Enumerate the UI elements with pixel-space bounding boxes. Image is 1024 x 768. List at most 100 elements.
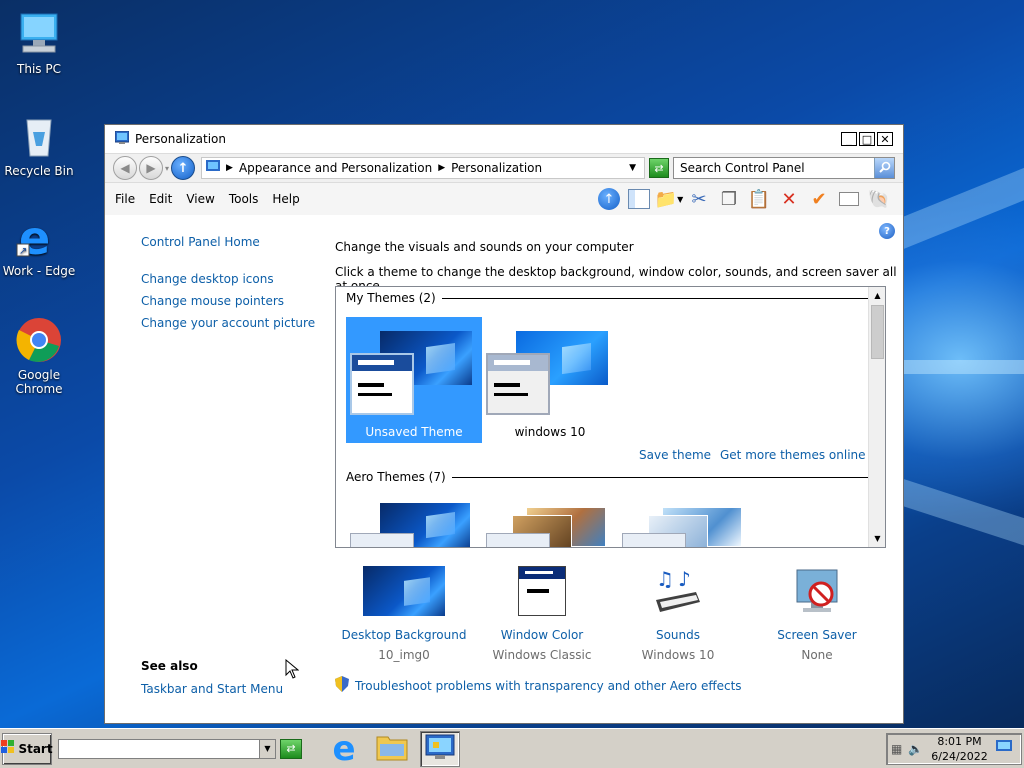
menu-tools[interactable]: Tools — [229, 192, 259, 206]
taskbar-file-explorer[interactable] — [372, 731, 412, 767]
close-button[interactable]: ✕ — [877, 132, 893, 146]
up-button[interactable]: ↑ — [171, 156, 196, 180]
theme-tile-windows-10[interactable]: windows 10 — [482, 317, 618, 443]
pane-icon — [628, 189, 650, 209]
clock-time: 8:01 PM — [937, 734, 982, 748]
chrome-icon — [15, 316, 63, 364]
menu-bar: File Edit View Tools Help ↑ 📁 ▼ ✂ ❐ 📋 ✕ ✔… — [105, 183, 903, 215]
setting-sounds[interactable]: ♫ ♪ Sounds Windows 10 — [613, 566, 743, 662]
svg-text:↗: ↗ — [19, 246, 27, 257]
breadcrumb-chevron-icon[interactable]: ▶ — [226, 163, 233, 173]
desktop-icon-recycle-bin[interactable]: Recycle Bin — [0, 112, 78, 178]
scroll-thumb[interactable] — [871, 305, 884, 359]
svg-text:♪: ♪ — [678, 567, 691, 591]
menu-help[interactable]: Help — [272, 192, 299, 206]
close-icon: ✕ — [880, 132, 890, 146]
address-dropdown-icon[interactable]: ▼ — [629, 163, 636, 173]
menu-file[interactable]: File — [115, 192, 135, 206]
save-theme-link[interactable]: Save theme — [639, 448, 711, 462]
volume-icon[interactable]: 🔈 — [908, 742, 923, 756]
scissors-icon: ✂ — [691, 188, 707, 210]
theme-list[interactable]: My Themes (2) Unsaved Theme windows 10 S… — [335, 286, 886, 548]
delete-button[interactable]: ✕ — [777, 187, 801, 211]
title-bar[interactable]: Personalization _ □ ✕ — [105, 125, 903, 153]
setting-screen-saver[interactable]: Screen Saver None — [752, 566, 882, 662]
window-title: Personalization — [135, 132, 226, 146]
cut-button[interactable]: ✂ — [687, 187, 711, 211]
taskbar-edge[interactable]: e — [324, 731, 364, 767]
maximize-button[interactable]: □ — [859, 132, 875, 146]
go-icon: ⇄ — [286, 742, 296, 755]
properties-button[interactable]: ✔ — [807, 187, 831, 211]
setting-name[interactable]: Desktop Background — [339, 628, 469, 642]
change-desktop-icons-link[interactable]: Change desktop icons — [141, 272, 321, 286]
change-mouse-pointers-link[interactable]: Change mouse pointers — [141, 294, 321, 308]
minimize-button[interactable]: _ — [841, 132, 857, 146]
copy-button[interactable]: ❐ — [717, 187, 741, 211]
change-account-picture-link[interactable]: Change your account picture — [141, 316, 321, 330]
desktop-icon-label: Google Chrome — [15, 368, 63, 396]
control-panel-home-link[interactable]: Control Panel Home — [141, 235, 321, 249]
taskbar-start-menu-link[interactable]: Taskbar and Start Menu — [141, 682, 283, 696]
aero-theme-thumb[interactable] — [622, 503, 742, 547]
breadcrumb[interactable]: ▶ Appearance and Personalization ▶ Perso… — [201, 157, 645, 179]
screen-saver-icon — [791, 566, 843, 618]
maximize-icon: □ — [861, 132, 873, 146]
personalization-window: Personalization _ □ ✕ ◀ ▶ ▾ ↑ ▶ Appearan… — [104, 124, 904, 724]
search-input[interactable]: Search Control Panel — [673, 157, 895, 179]
rename-icon — [839, 192, 859, 206]
go-button[interactable]: ⇄ — [280, 738, 302, 759]
address-bar: ◀ ▶ ▾ ↑ ▶ Appearance and Personalization… — [105, 153, 903, 183]
shield-icon — [335, 676, 349, 695]
troubleshoot-link[interactable]: Troubleshoot problems with transparency … — [355, 679, 742, 693]
taskbar-control-panel[interactable] — [420, 730, 460, 767]
menu-view[interactable]: View — [186, 192, 214, 206]
recycle-bin-icon — [15, 112, 63, 160]
troubleshoot-row[interactable]: Troubleshoot problems with transparency … — [335, 676, 742, 695]
folders-pane-button[interactable] — [627, 187, 651, 211]
aero-theme-thumb[interactable] — [350, 503, 470, 547]
setting-name[interactable]: Screen Saver — [752, 628, 882, 642]
show-desktop-icon[interactable] — [995, 740, 1012, 757]
setting-value: None — [801, 648, 833, 662]
address-toolbar-input[interactable]: ▼ — [58, 738, 276, 759]
forward-button[interactable]: ▶ — [139, 156, 163, 180]
shell-button[interactable]: 🐚 — [867, 187, 891, 211]
theme-window-preview — [486, 353, 550, 415]
search-button[interactable] — [874, 158, 894, 178]
desktop-icon-google-chrome[interactable]: Google Chrome — [0, 316, 78, 396]
setting-name[interactable]: Sounds — [613, 628, 743, 642]
scroll-down-icon[interactable]: ▼ — [869, 530, 885, 547]
setting-desktop-background[interactable]: Desktop Background 10_img0 — [339, 566, 469, 662]
back-button[interactable]: ◀ — [113, 156, 137, 180]
desktop-icon-this-pc[interactable]: This PC — [0, 10, 78, 76]
network-icon[interactable]: ▦ — [891, 742, 902, 756]
theme-list-scrollbar[interactable]: ▲ ▼ — [868, 287, 885, 547]
paste-button[interactable]: 📋 — [747, 187, 771, 211]
theme-tile-unsaved[interactable]: Unsaved Theme — [346, 317, 482, 443]
setting-name[interactable]: Window Color — [477, 628, 607, 642]
setting-value: Windows Classic — [492, 648, 592, 662]
dropdown-icon[interactable]: ▼ — [259, 739, 275, 758]
breadcrumb-item[interactable]: Appearance and Personalization — [239, 161, 432, 175]
breadcrumb-item[interactable]: Personalization — [451, 161, 542, 175]
rename-button[interactable] — [837, 187, 861, 211]
history-dropdown-icon[interactable]: ▾ — [165, 164, 169, 173]
search-icon — [878, 161, 891, 176]
scroll-up-icon[interactable]: ▲ — [869, 287, 885, 304]
theme-window-preview — [350, 353, 414, 415]
refresh-button[interactable]: ⇄ — [649, 158, 669, 178]
setting-window-color[interactable]: Window Color Windows Classic — [477, 566, 607, 662]
breadcrumb-chevron-icon[interactable]: ▶ — [438, 163, 445, 173]
computer-icon — [15, 10, 63, 58]
desktop-icon-work-edge[interactable]: e ↗ Work - Edge — [0, 211, 78, 278]
clock[interactable]: 8:01 PM 6/24/2022 — [931, 734, 987, 764]
clock-date: 6/24/2022 — [931, 749, 988, 763]
help-icon[interactable]: ? — [879, 223, 895, 239]
views-button[interactable]: 📁 ▼ — [655, 187, 684, 211]
up-folder-button[interactable]: ↑ — [597, 187, 621, 211]
aero-theme-thumb[interactable] — [486, 503, 606, 547]
get-more-themes-link[interactable]: Get more themes online — [720, 448, 866, 462]
menu-edit[interactable]: Edit — [149, 192, 172, 206]
start-button[interactable]: Start — [1, 732, 53, 765]
